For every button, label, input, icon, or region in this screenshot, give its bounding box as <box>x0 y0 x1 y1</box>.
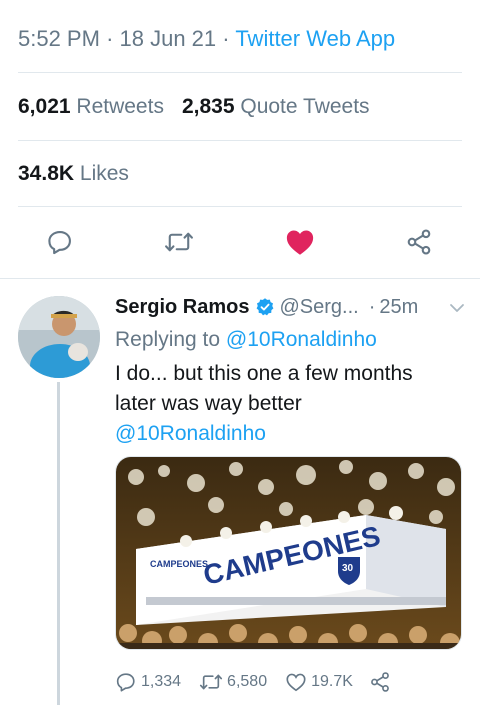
retweet-count: 6,580 <box>227 673 268 690</box>
likes-count: 34.8K <box>18 162 75 185</box>
reply-icon <box>116 673 135 692</box>
retweets-stat[interactable]: 6,021 Retweets <box>18 95 164 118</box>
divider <box>18 206 462 207</box>
verified-icon <box>255 297 275 317</box>
like-count: 19.7K <box>311 673 353 690</box>
tweet-time: 5:52 PM <box>18 26 100 51</box>
reply-like-button[interactable]: 19.7K <box>285 671 353 693</box>
likes-stat[interactable]: 34.8K Likes <box>18 162 129 186</box>
tweet-meta: 5:52 PM · 18 Jun 21 · Twitter Web App <box>18 26 395 52</box>
tweet-media-image[interactable]: CAMPEONES CAMPEONES 30 <box>115 456 462 650</box>
reply-retweet-button[interactable]: 6,580 <box>199 671 267 693</box>
reply-header: Sergio Ramos @Serg... · 25m <box>115 292 465 322</box>
retweet-button[interactable] <box>163 226 195 258</box>
replying-to: Replying to @10Ronaldinho <box>115 325 465 355</box>
heart-icon <box>286 673 306 692</box>
share-icon <box>371 672 389 692</box>
retweets-count: 6,021 <box>18 95 71 118</box>
chevron-down-icon[interactable] <box>447 298 467 323</box>
engagement-stats: 6,021 Retweets 2,835 Quote Tweets <box>18 95 370 119</box>
reply-action-bar: 1,334 6,580 19.7K <box>115 668 391 696</box>
badge-number: 30 <box>342 563 354 574</box>
bus-small-text: CAMPEONES <box>150 559 208 569</box>
divider <box>18 140 462 141</box>
quote-tweets-count: 2,835 <box>181 95 235 118</box>
reply-body: I do... but this one a few months later … <box>115 359 455 449</box>
retweets-label: Retweets <box>76 95 164 118</box>
reply-text: I do... but this one a few months later … <box>115 362 413 415</box>
reply-icon <box>48 231 71 255</box>
mention-link[interactable]: @10Ronaldinho <box>115 419 455 449</box>
like-button[interactable] <box>284 226 316 258</box>
avatar[interactable] <box>18 296 100 378</box>
reply-time[interactable]: 25m <box>379 296 418 319</box>
meta-separator: · <box>106 26 114 51</box>
retweet-icon <box>165 232 193 252</box>
tweet-action-bar <box>0 222 480 262</box>
quote-tweets-label: Quote Tweets <box>240 95 370 118</box>
author-handle[interactable]: @Serg... <box>279 296 358 319</box>
replying-label: Replying to <box>115 328 221 351</box>
tweet-date: 18 Jun 21 <box>119 26 217 51</box>
retweet-icon <box>199 674 223 690</box>
reply-reply-button[interactable]: 1,334 <box>115 671 181 693</box>
heart-filled-icon <box>286 230 314 255</box>
reply-button[interactable] <box>44 226 76 258</box>
share-icon <box>407 229 431 255</box>
author-name[interactable]: Sergio Ramos <box>115 296 249 319</box>
divider <box>0 278 480 279</box>
avatar-image <box>18 296 100 378</box>
divider <box>18 72 462 73</box>
replying-mention-link[interactable]: @10Ronaldinho <box>226 328 377 351</box>
meta-separator: · <box>368 295 376 318</box>
meta-separator: · <box>222 26 230 51</box>
reply-tweet[interactable]: Sergio Ramos @Serg... · 25m Replying to … <box>115 292 465 449</box>
celebration-photo: CAMPEONES CAMPEONES 30 <box>116 457 461 649</box>
tweet-source-link[interactable]: Twitter Web App <box>235 26 395 51</box>
share-button[interactable] <box>403 226 435 258</box>
reply-count: 1,334 <box>141 673 182 690</box>
quote-tweets-stat[interactable]: 2,835 Quote Tweets <box>182 95 370 118</box>
reply-share-button[interactable] <box>369 671 391 693</box>
likes-label: Likes <box>79 162 129 185</box>
thread-connector <box>57 382 60 705</box>
